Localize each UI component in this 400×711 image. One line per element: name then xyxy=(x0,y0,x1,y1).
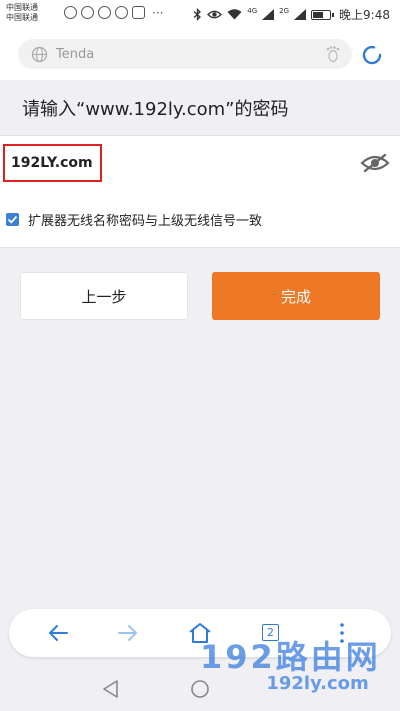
password-value[interactable]: 192LY.com xyxy=(3,144,102,182)
network-type-2: 2G xyxy=(279,6,290,15)
signal-icon-2 xyxy=(294,9,307,20)
status-bar: 中国联通 中国联通 ··· 4G 2G 晚上9:48 xyxy=(0,0,400,28)
more-notifications-icon: ··· xyxy=(152,5,164,20)
wechat-icon xyxy=(81,6,94,19)
qq-icon xyxy=(115,6,128,19)
system-navigation-bar xyxy=(0,665,400,711)
battery-icon xyxy=(311,9,335,20)
incognito-footprint-icon[interactable] xyxy=(324,45,342,63)
notification-icons: ··· xyxy=(64,6,163,19)
signal-icon-1 xyxy=(262,9,275,20)
sync-settings-option[interactable]: 扩展器无线名称密码与上级无线信号一致 xyxy=(0,191,400,248)
password-field[interactable]: 192LY.com xyxy=(0,135,400,192)
weibo-icon xyxy=(64,6,77,19)
nav-back-icon[interactable] xyxy=(100,678,122,700)
reload-icon[interactable] xyxy=(360,43,384,67)
nav-home-icon[interactable] xyxy=(189,678,211,700)
url-input[interactable]: Tenda xyxy=(18,39,352,69)
network-type-1: 4G xyxy=(247,6,258,15)
done-button[interactable]: 完成 xyxy=(212,272,380,320)
globe-icon xyxy=(31,46,48,62)
sync-checkbox-label: 扩展器无线名称密码与上级无线信号一致 xyxy=(28,213,263,229)
forward-arrow-icon[interactable] xyxy=(116,621,140,645)
browser-address-bar: Tenda xyxy=(0,28,400,80)
hide-password-icon[interactable] xyxy=(360,153,390,173)
carrier-info: 中国联通 中国联通 xyxy=(6,3,38,23)
calendar-icon xyxy=(132,6,145,19)
bluetooth-icon xyxy=(193,8,202,21)
carrier-name-1: 中国联通 xyxy=(6,3,38,12)
page-title: 请输入“www.192ly.com”的密码 xyxy=(22,99,289,120)
checkmark-icon xyxy=(7,215,18,224)
clock: 晚上9:48 xyxy=(339,8,390,22)
eye-comfort-icon xyxy=(207,10,223,19)
carrier-name-2: 中国联通 xyxy=(6,13,38,22)
previous-step-button[interactable]: 上一步 xyxy=(20,272,188,320)
wifi-icon xyxy=(227,9,242,20)
back-arrow-icon[interactable] xyxy=(46,621,70,645)
qq-icon xyxy=(98,6,111,19)
status-indicators: 4G 2G 晚上9:48 xyxy=(193,6,390,23)
sync-checkbox[interactable] xyxy=(6,212,19,226)
url-text: Tenda xyxy=(56,46,95,62)
